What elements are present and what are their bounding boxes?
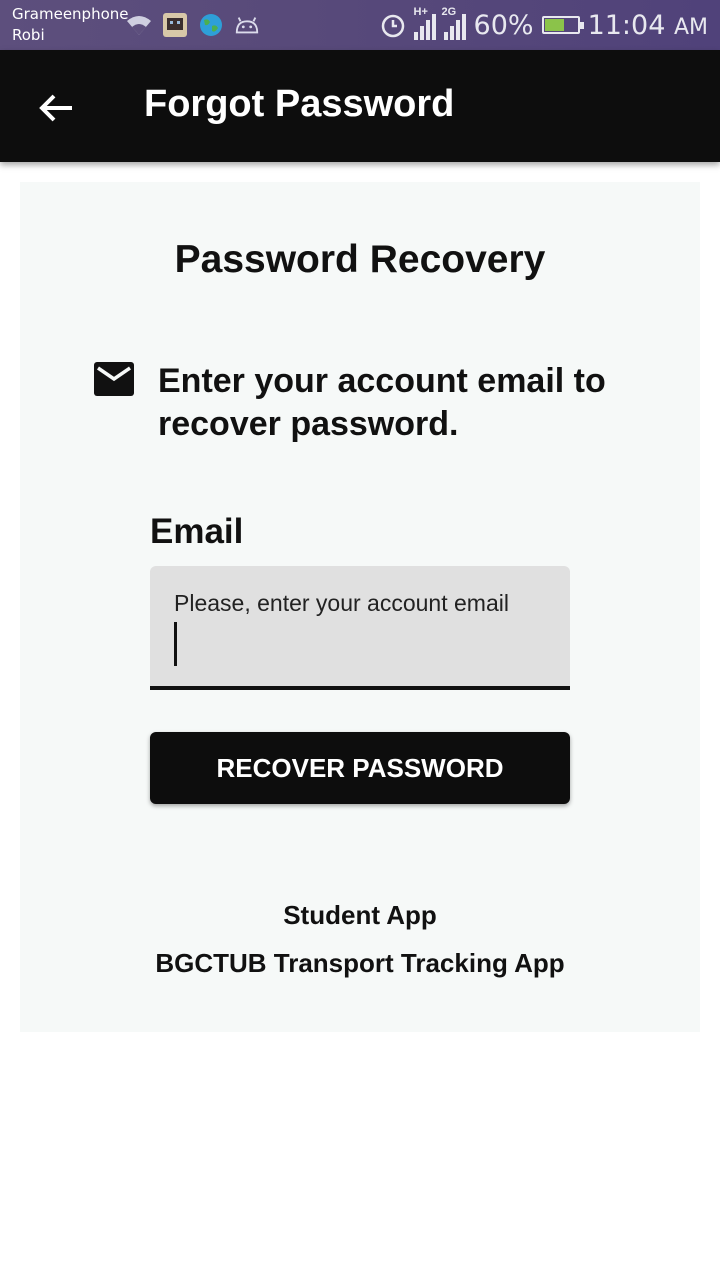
alarm-icon (380, 12, 406, 38)
carrier-2: Robi (12, 26, 45, 44)
wifi-icon (126, 12, 152, 38)
mail-icon (94, 362, 134, 396)
page-title: Forgot Password (144, 83, 455, 125)
clock-ampm: AM (673, 14, 708, 40)
app-bar: Forgot Password (0, 50, 720, 162)
arrow-back-icon (39, 94, 72, 122)
clock: 11:04 AM (588, 10, 708, 41)
carrier-names: Grameenphone Robi (12, 4, 129, 46)
clock-time: 11:04 (587, 9, 666, 41)
android-icon (234, 12, 260, 38)
carrier-1: Grameenphone (12, 5, 129, 23)
system-status: H+ 2G 60% 11:04 AM (380, 6, 708, 42)
recovery-card: Password Recovery Enter your account ema… (20, 182, 700, 1032)
globe-icon (198, 12, 224, 38)
app-notification-icon (162, 12, 188, 38)
email-field[interactable]: Please, enter your account email (150, 566, 570, 690)
battery-percent: 60% (473, 9, 534, 41)
back-button[interactable] (30, 82, 82, 134)
email-label: Email (150, 512, 244, 551)
signal-1: H+ (413, 6, 436, 40)
network-type-label: H+ (413, 6, 428, 18)
footer-app-name: BGCTUB Transport Tracking App (155, 948, 565, 978)
status-bar: Grameenphone Robi H+ 2G 60% 11:04 AM (0, 0, 720, 50)
instruction-text: Enter your account email to recover pass… (158, 362, 606, 443)
signal-2: 2G (442, 6, 466, 40)
text-cursor (174, 622, 177, 666)
network-type-label-2: 2G (441, 6, 457, 18)
email-placeholder: Please, enter your account email (174, 590, 509, 616)
recover-password-button[interactable]: RECOVER PASSWORD (150, 732, 570, 804)
card-title: Password Recovery (174, 238, 546, 281)
battery-charging-icon (541, 16, 584, 34)
notification-icons (126, 12, 260, 38)
footer-app-type: Student App (283, 900, 437, 930)
